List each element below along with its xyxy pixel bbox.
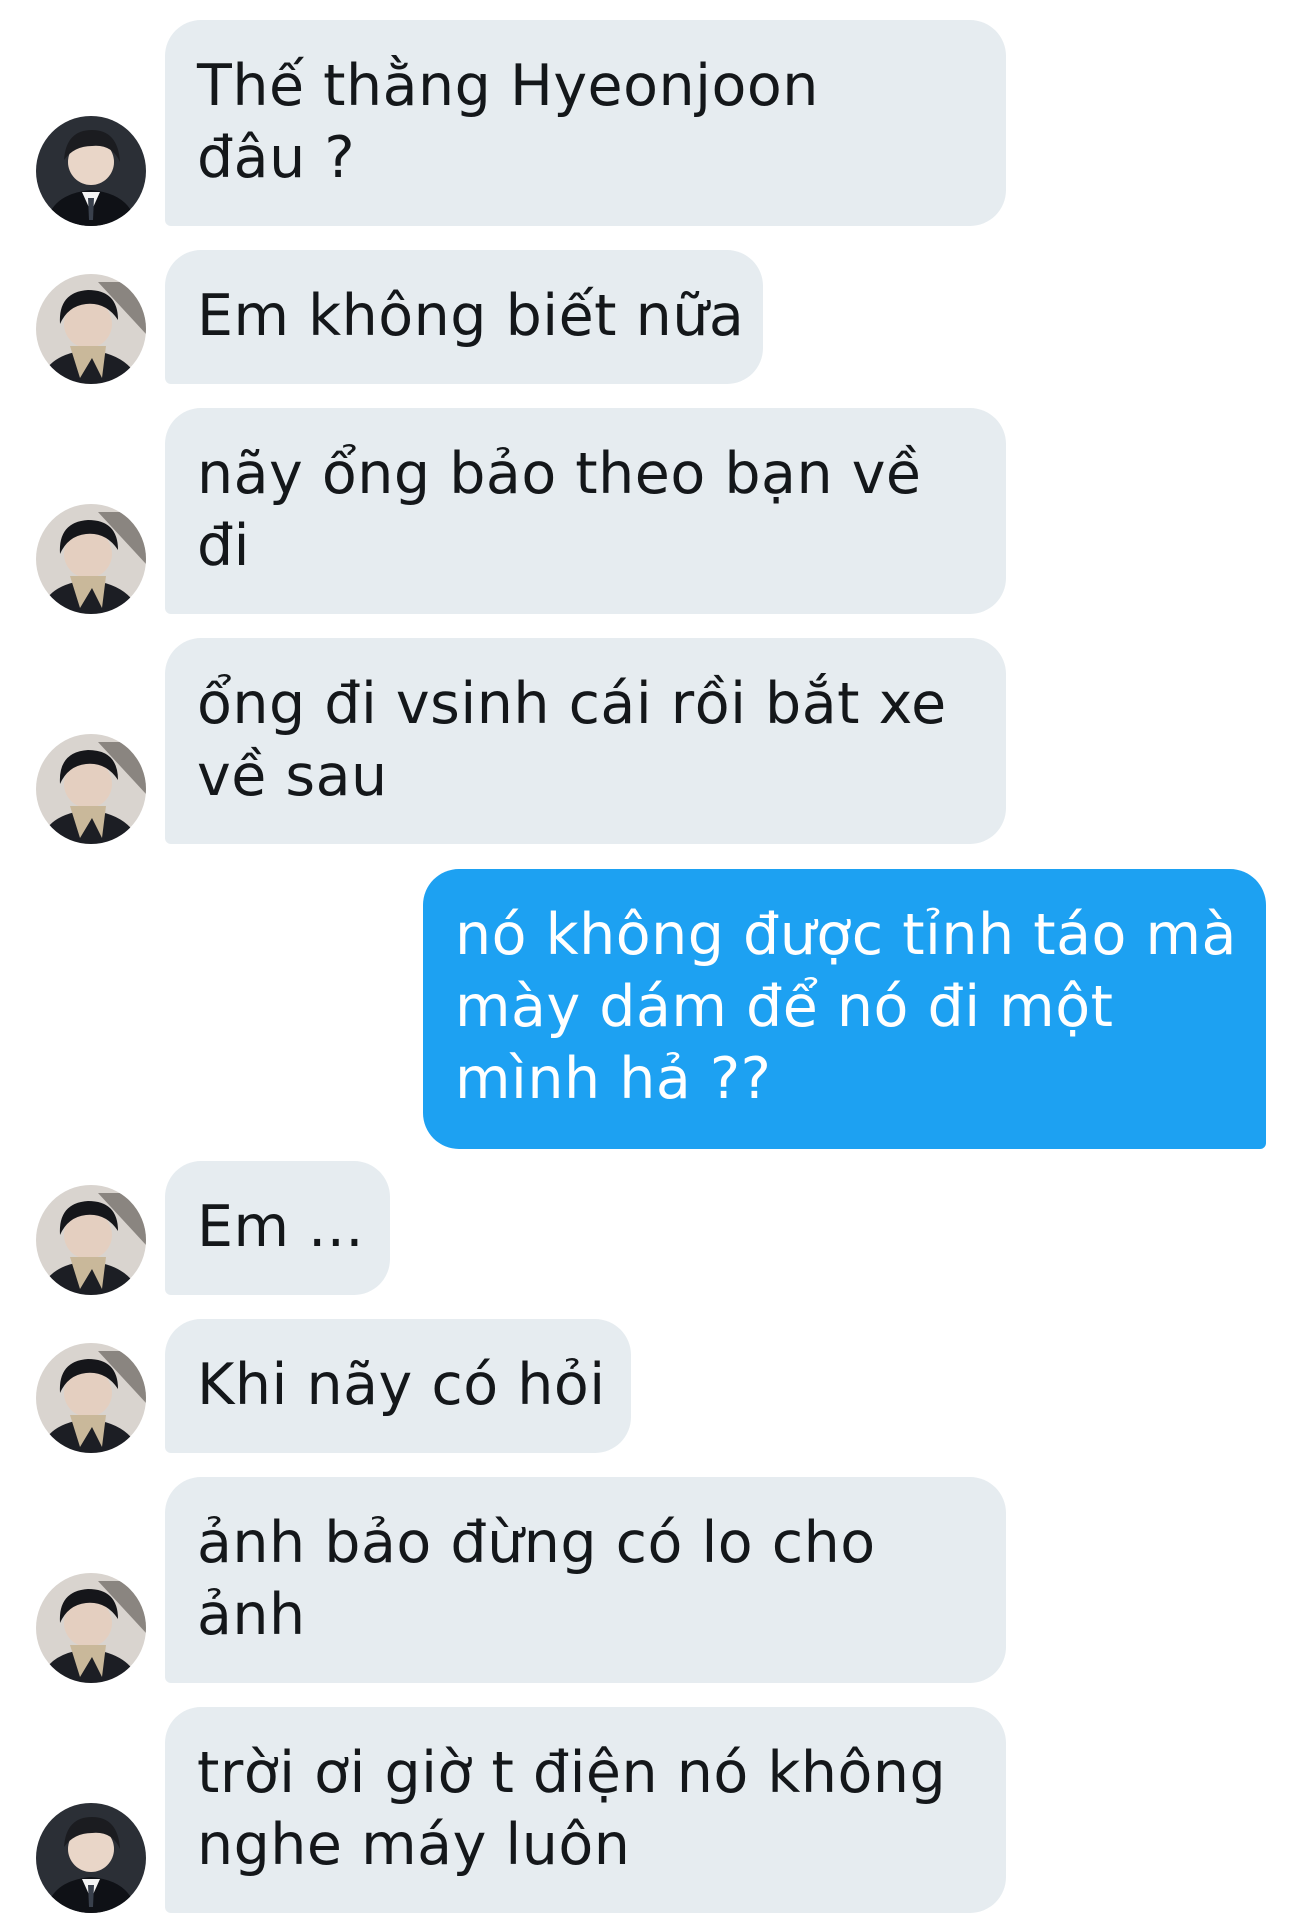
avatar[interactable] <box>36 116 146 226</box>
avatar-scarf-icon <box>36 1185 146 1295</box>
message-bubble[interactable]: Em không biết nữa <box>165 250 763 384</box>
avatar[interactable] <box>36 504 146 614</box>
avatar-scarf-icon <box>36 504 146 614</box>
message-bubble[interactable]: nãy ổng bảo theo bạn về đi <box>165 408 1006 614</box>
message-line: ảnh bảo đừng có lo cho <box>197 1510 876 1576</box>
message-row: ổng đi vsinh cái rồi bắt xe về sau <box>0 638 1290 844</box>
message-bubble[interactable]: ổng đi vsinh cái rồi bắt xe về sau <box>165 638 1006 844</box>
message-line: về sau <box>197 743 388 809</box>
avatar[interactable] <box>36 734 146 844</box>
message-line: nó không được tỉnh táo mà <box>455 902 1237 968</box>
message-line: mày dám để nó đi một <box>455 974 1114 1040</box>
message-bubble[interactable]: Thế thằng Hyeonjoon đâu ? <box>165 20 1006 226</box>
avatar[interactable] <box>36 1185 146 1295</box>
avatar-scarf-icon <box>36 734 146 844</box>
message-row: Em không biết nữa <box>0 250 1290 384</box>
avatar[interactable] <box>36 1343 146 1453</box>
message-row: nó không được tỉnh táo mà mày dám để nó … <box>0 869 1290 1149</box>
message-thread: Thế thằng Hyeonjoon đâu ? Em không biết … <box>0 0 1290 1913</box>
message-line: nghe máy luôn <box>197 1812 631 1878</box>
message-line: Thế thằng Hyeonjoon <box>197 53 819 119</box>
avatar[interactable] <box>36 1803 146 1913</box>
message-line: mình hả ?? <box>455 1046 772 1112</box>
message-line: Em không biết nữa <box>197 283 745 349</box>
message-row: Em ... <box>0 1161 1290 1295</box>
message-line: ổng đi vsinh cái rồi bắt xe <box>197 671 947 737</box>
message-bubble[interactable]: nó không được tỉnh táo mà mày dám để nó … <box>423 869 1266 1149</box>
message-bubble[interactable]: Khi nãy có hỏi <box>165 1319 631 1453</box>
avatar-suit-icon <box>36 116 146 226</box>
message-row: Khi nãy có hỏi <box>0 1319 1290 1453</box>
message-line: Em ... <box>197 1194 365 1260</box>
message-bubble[interactable]: Em ... <box>165 1161 390 1295</box>
message-line: Khi nãy có hỏi <box>197 1352 606 1418</box>
message-line: đâu ? <box>197 125 356 191</box>
avatar[interactable] <box>36 1573 146 1683</box>
message-row: Thế thằng Hyeonjoon đâu ? <box>0 20 1290 226</box>
message-line: nãy ổng bảo theo bạn về <box>197 441 922 507</box>
avatar-scarf-icon <box>36 1343 146 1453</box>
avatar-scarf-icon <box>36 1573 146 1683</box>
message-line: ảnh <box>197 1582 306 1648</box>
message-row: nãy ổng bảo theo bạn về đi <box>0 408 1290 614</box>
message-line: trời ơi giờ t điện nó không <box>197 1740 947 1806</box>
message-line: đi <box>197 513 251 579</box>
avatar-scarf-icon <box>36 274 146 384</box>
avatar-suit-icon <box>36 1803 146 1913</box>
message-row: trời ơi giờ t điện nó không nghe máy luô… <box>0 1707 1290 1913</box>
avatar[interactable] <box>36 274 146 384</box>
message-bubble[interactable]: trời ơi giờ t điện nó không nghe máy luô… <box>165 1707 1006 1913</box>
message-row: ảnh bảo đừng có lo cho ảnh <box>0 1477 1290 1683</box>
message-bubble[interactable]: ảnh bảo đừng có lo cho ảnh <box>165 1477 1006 1683</box>
